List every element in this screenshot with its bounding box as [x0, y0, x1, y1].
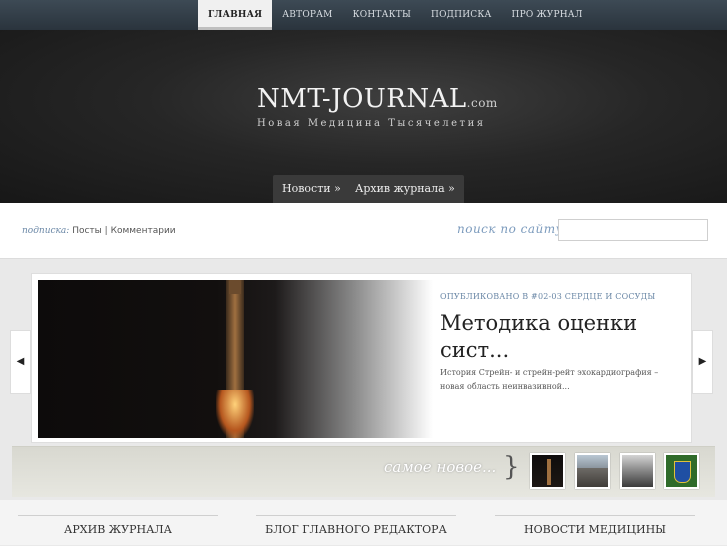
- top-nav: ГЛАВНАЯ АВТОРАМ КОНТАКТЫ ПОДПИСКА ПРО ЖУ…: [198, 0, 593, 30]
- featured-excerpt: История Стрейн- и стрейн-рейт эхокардиог…: [440, 368, 659, 391]
- emblem-shield-shape: [674, 461, 691, 483]
- logo-main: NMT-JOURNAL: [257, 84, 467, 114]
- subscribe-comments-link[interactable]: Комментарии: [111, 226, 176, 236]
- thumb-rocket[interactable]: [530, 453, 565, 489]
- nav-item-authors[interactable]: АВТОРАМ: [272, 0, 342, 30]
- subscribe-links: подписка: Посты | Комментарии: [22, 226, 176, 236]
- featured-meta[interactable]: ОПУБЛИКОВАНО В #02-03 СЕРДЦЕ И СОСУДЫ: [440, 292, 655, 301]
- nav-item-about[interactable]: ПРО ЖУРНАЛ: [502, 0, 593, 30]
- thumb-emblem[interactable]: [664, 453, 699, 489]
- site-tagline: Новая Медицина Тысячелетия: [257, 118, 486, 129]
- slider-prev-button[interactable]: ◀: [10, 330, 31, 394]
- nav-item-subscription[interactable]: ПОДПИСКА: [421, 0, 502, 30]
- search-input[interactable]: [558, 219, 708, 241]
- flame-shape: [216, 390, 254, 438]
- nav-item-home[interactable]: ГЛАВНАЯ: [198, 0, 273, 30]
- nav-item-contacts[interactable]: КОНТАКТЫ: [343, 0, 421, 30]
- logo-suffix: .com: [466, 96, 498, 110]
- column-editor-blog[interactable]: БЛОГ ГЛАВНОГО РЕДАКТОРА: [256, 515, 456, 546]
- subscribe-label: подписка:: [22, 226, 70, 236]
- subscribe-posts-link[interactable]: Посты: [72, 226, 102, 236]
- slider-next-button[interactable]: ▶: [692, 330, 713, 394]
- rocket-thumb-shape: [547, 459, 551, 485]
- column-medical-news[interactable]: НОВОСТИ МЕДИЦИНЫ: [495, 515, 695, 546]
- column-archive[interactable]: АРХИВ ЖУРНАЛА: [18, 515, 218, 546]
- thumb-street[interactable]: [620, 453, 655, 489]
- subscribe-separator: |: [104, 226, 108, 236]
- site-logo[interactable]: NMT-JOURNAL.com: [257, 84, 498, 114]
- featured-title[interactable]: Методика оценки сист...: [440, 310, 670, 364]
- search-label: поиск по сайту: [457, 222, 564, 236]
- subnav-archive[interactable]: Архив журнала »: [346, 175, 464, 203]
- brace-icon: }: [503, 452, 520, 482]
- newest-label: самое новое...: [384, 458, 497, 476]
- subnav-news[interactable]: Новости »: [273, 175, 350, 203]
- thumb-road[interactable]: [575, 453, 610, 489]
- featured-image[interactable]: [38, 280, 433, 438]
